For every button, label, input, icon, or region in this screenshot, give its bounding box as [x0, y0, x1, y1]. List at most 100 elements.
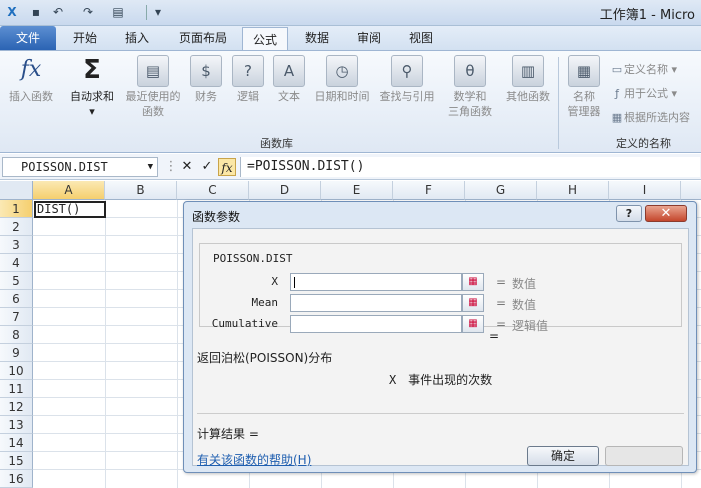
column-header[interactable]: E — [321, 181, 393, 200]
customize-icon[interactable]: ▾ — [150, 4, 166, 20]
name-box[interactable]: POISSON.DIST ▼ — [2, 157, 158, 177]
row-header[interactable]: 15 — [0, 452, 33, 470]
chevron-down-icon[interactable]: ▼ — [148, 158, 153, 176]
tab-file[interactable]: 文件 — [0, 26, 56, 50]
lookup-reference-button[interactable]: ⚲ 查找与引用 — [376, 55, 438, 104]
row-header[interactable]: 5 — [0, 272, 33, 290]
arguments-group: POISSON.DIST X ▦ = 数值 Mean ▦ = 数值 Cumula… — [199, 243, 682, 333]
calculation-result: 计算结果 = — [197, 427, 259, 441]
date-time-label: 日期和时间 — [314, 90, 370, 103]
excel-logo-icon: X — [7, 5, 17, 19]
formula-input[interactable]: =POISSON.DIST() — [240, 157, 700, 177]
tab-formulas[interactable]: 公式 — [242, 27, 288, 51]
save-icon[interactable]: ▪ — [28, 4, 44, 20]
row-header[interactable]: 2 — [0, 218, 33, 236]
logical-label: 逻辑 — [237, 90, 259, 103]
row-header[interactable]: 6 — [0, 290, 33, 308]
text-caret — [294, 277, 295, 288]
dialog-body: POISSON.DIST X ▦ = 数值 Mean ▦ = 数值 Cumula… — [192, 228, 689, 468]
text-label: 文本 — [278, 90, 300, 103]
recent-functions-button[interactable]: ▤ 最近使用的 函数 — [122, 55, 184, 119]
date-time-button[interactable]: ◷ 日期和时间 — [311, 55, 373, 104]
financial-button[interactable]: $ 财务 — [188, 55, 224, 104]
group-separator — [558, 57, 559, 149]
autosum-label: 自动求和 — [70, 90, 114, 103]
cancel-formula-icon[interactable]: ✕ — [178, 158, 196, 176]
ok-button[interactable]: 确定 — [527, 446, 599, 466]
use-in-formula-label: 用于公式 — [624, 87, 668, 100]
row-header[interactable]: 11 — [0, 380, 33, 398]
enter-formula-icon[interactable]: ✓ — [198, 158, 216, 176]
text-button[interactable]: A 文本 — [271, 55, 307, 104]
print-preview-icon[interactable]: ▤ — [110, 4, 126, 20]
function-library-group-label: 函数库 — [260, 137, 293, 150]
create-from-selection-button[interactable]: ▦ 根据所选内容 — [610, 109, 690, 125]
financial-label: 财务 — [195, 90, 217, 103]
row-header[interactable]: 10 — [0, 362, 33, 380]
tab-home[interactable]: 开始 — [62, 26, 108, 50]
column-header[interactable]: I — [609, 181, 681, 200]
more-functions-button[interactable]: ▥ 其他函数 — [502, 55, 554, 104]
use-in-formula-button[interactable]: ƒ 用于公式 ▾ — [610, 85, 677, 101]
more-functions-label: 其他函数 — [506, 90, 550, 103]
fx-insert-function-icon[interactable]: fx — [218, 158, 236, 176]
grid-icon: ▦ — [611, 111, 623, 124]
dialog-title: 函数参数 — [192, 210, 241, 224]
tab-view[interactable]: 视图 — [398, 26, 444, 50]
autosum-button[interactable]: Σ 自动求和 ▾ — [64, 55, 120, 119]
range-picker-icon[interactable]: ▦ — [462, 315, 484, 333]
function-name-legend: POISSON.DIST — [210, 252, 296, 265]
column-header[interactable]: B — [105, 181, 177, 200]
column-header[interactable]: G — [465, 181, 537, 200]
recent-functions-label-2: 函数 — [142, 105, 164, 118]
tab-review[interactable]: 审阅 — [346, 26, 392, 50]
redo-icon[interactable]: ↷ — [80, 4, 96, 20]
row-header[interactable]: 16 — [0, 470, 33, 488]
argument-description: X 事件出现的次数 — [389, 371, 492, 388]
column-header[interactable]: D — [249, 181, 321, 200]
row-header[interactable]: 7 — [0, 308, 33, 326]
arg-input-cumulative[interactable] — [290, 315, 462, 333]
row-header[interactable]: 9 — [0, 344, 33, 362]
cell-a1[interactable]: DIST() — [34, 201, 106, 218]
chevron-down-icon: ▾ — [89, 105, 95, 118]
arg-label-mean: Mean — [251, 296, 279, 309]
row-header[interactable]: 3 — [0, 236, 33, 254]
arg-equals: = — [496, 275, 507, 289]
undo-icon[interactable]: ↶ — [50, 4, 66, 20]
tab-page-layout[interactable]: 页面布局 — [168, 26, 238, 50]
tab-insert[interactable]: 插入 — [114, 26, 160, 50]
name-manager-button[interactable]: ▦ 名称 管理器 — [562, 55, 606, 119]
column-header[interactable]: C — [177, 181, 249, 200]
column-header[interactable]: A — [33, 181, 105, 200]
text-book-icon: A — [273, 55, 305, 87]
row-header[interactable]: 1 — [0, 200, 33, 218]
help-button[interactable]: ? — [616, 205, 642, 222]
arg-input-x[interactable] — [290, 273, 462, 291]
define-name-button[interactable]: ▭ 定义名称 ▾ — [610, 61, 677, 77]
logical-button[interactable]: ? 逻辑 — [230, 55, 266, 104]
math-trig-button[interactable]: θ 数学和 三角函数 — [442, 55, 498, 119]
tab-data[interactable]: 数据 — [294, 26, 340, 50]
fx-icon: fx — [20, 57, 42, 82]
arg-input-mean[interactable] — [290, 294, 462, 312]
column-header[interactable]: F — [393, 181, 465, 200]
function-help-link[interactable]: 有关该函数的帮助(H) — [197, 451, 311, 468]
close-button[interactable]: ✕ — [645, 205, 687, 222]
insert-function-button[interactable]: fx 插入函数 — [4, 55, 58, 104]
row-header[interactable]: 13 — [0, 416, 33, 434]
arg-type-x: 数值 — [512, 277, 537, 291]
row-header[interactable]: 14 — [0, 434, 33, 452]
range-picker-icon[interactable]: ▦ — [462, 273, 484, 291]
cancel-button[interactable] — [605, 446, 683, 466]
select-all-corner[interactable] — [0, 181, 33, 200]
row-header[interactable]: 4 — [0, 254, 33, 272]
argument-description-text: 事件出现的次数 — [408, 373, 493, 387]
row-header[interactable]: 12 — [0, 398, 33, 416]
row-header[interactable]: 8 — [0, 326, 33, 344]
defined-names-group-label: 定义的名称 — [616, 137, 671, 150]
formula-bar: POISSON.DIST ▼ ⋮ ✕ ✓ fx =POISSON.DIST() — [0, 154, 701, 180]
column-header-partial[interactable] — [681, 181, 701, 200]
column-header[interactable]: H — [537, 181, 609, 200]
range-picker-icon[interactable]: ▦ — [462, 294, 484, 312]
